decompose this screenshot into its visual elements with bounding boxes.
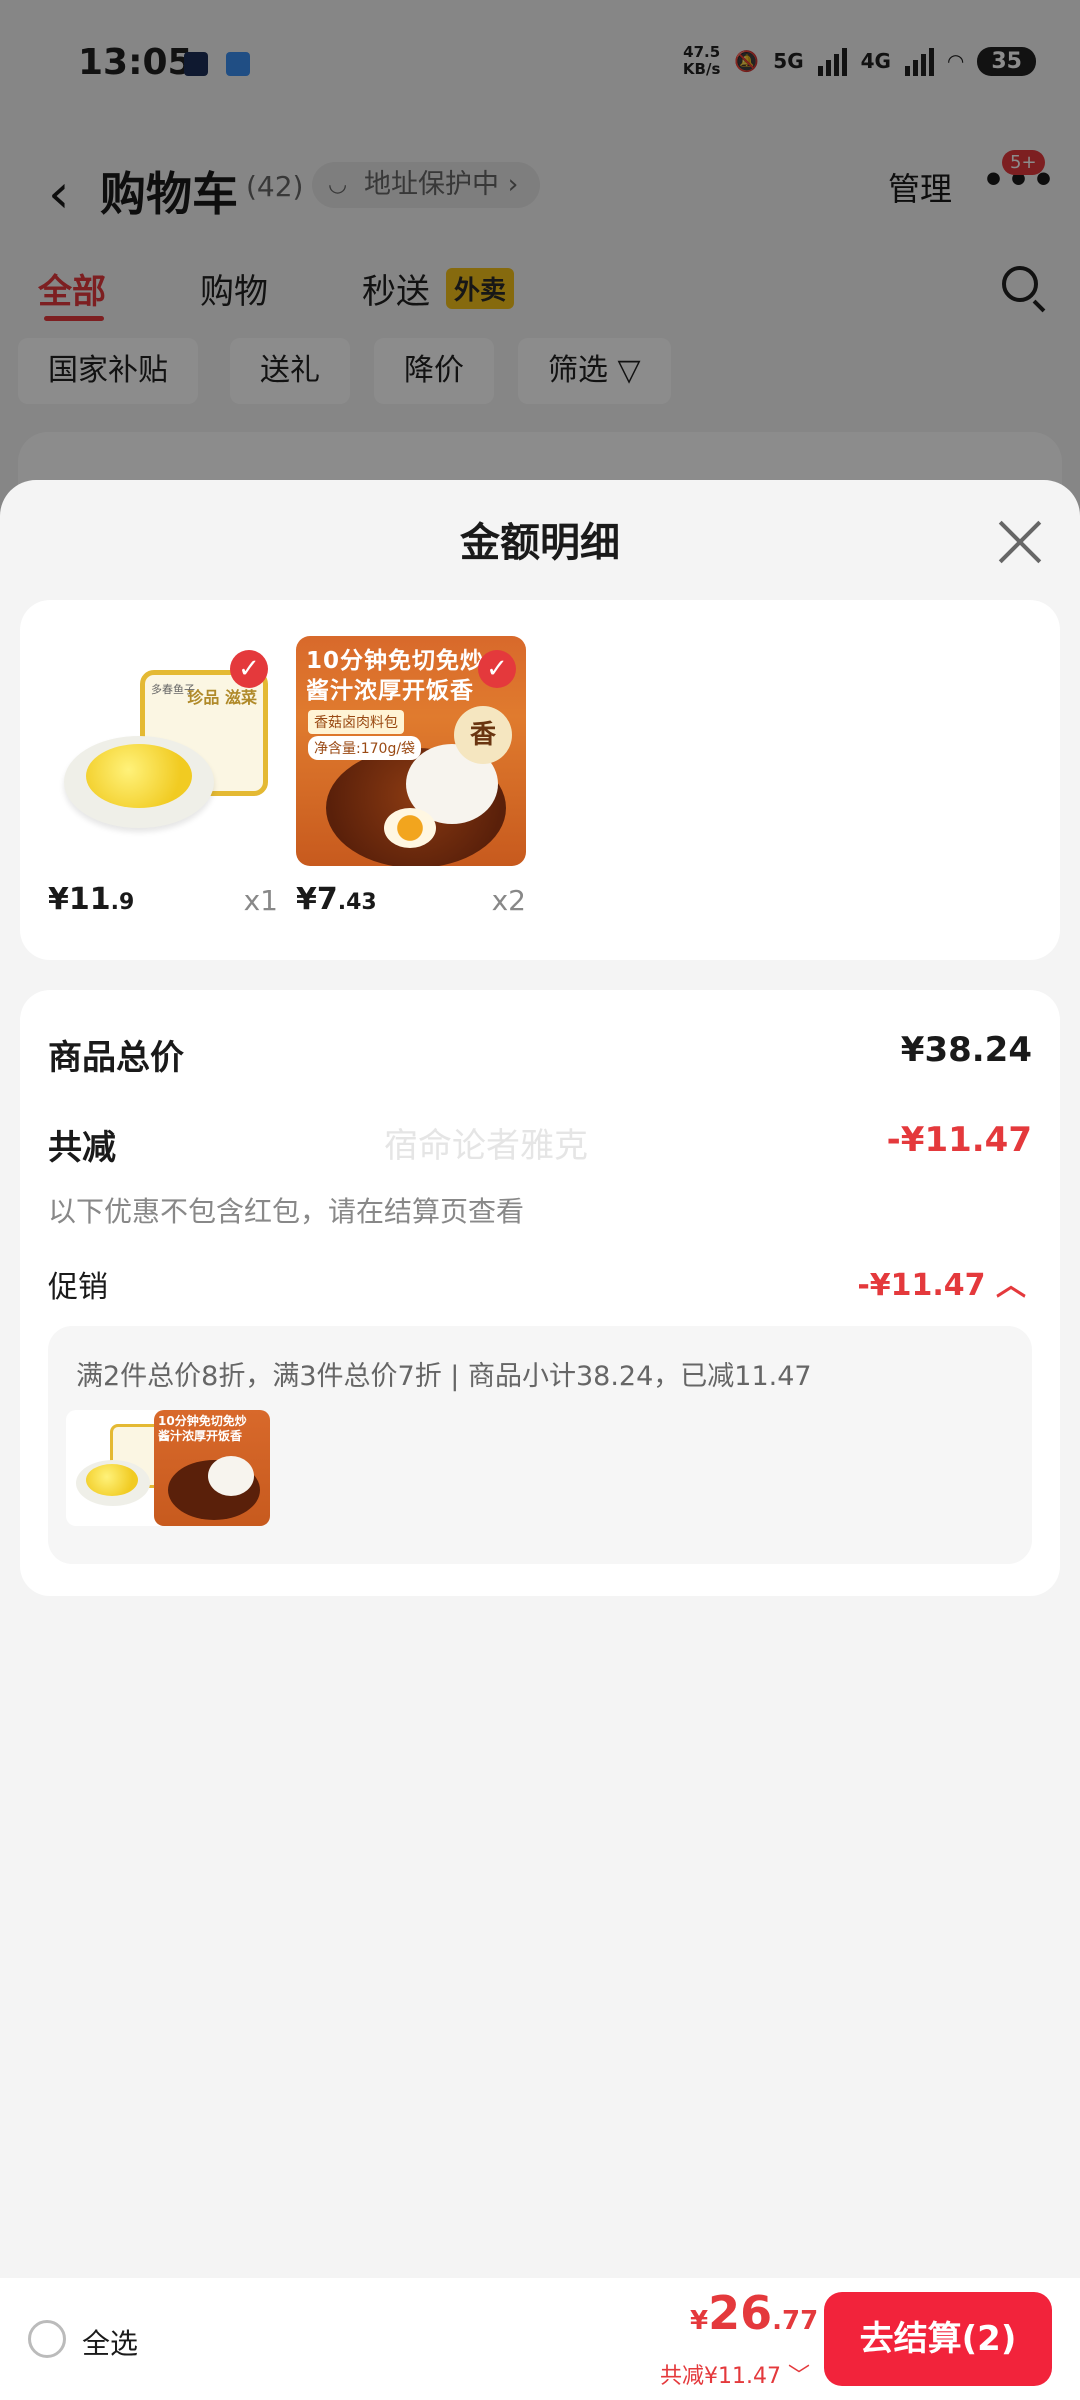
product-price: ¥11.9 [48, 882, 135, 917]
total-amount: ¥26.77 [690, 2286, 819, 2340]
close-icon[interactable] [996, 518, 1044, 566]
promotion-label: 促销 [48, 1270, 108, 1305]
amount-detail-sheet: 金额明细 多春鱼子 珍品 滋菜 ✓ ¥11.9 x1 10分钟免切免炒 酱汁浓厚… [0, 480, 1080, 2400]
product-item[interactable]: 多春鱼子 珍品 滋菜 ✓ ¥11.9 x1 [48, 636, 278, 917]
select-all-label[interactable]: 全选 [82, 2322, 138, 2362]
discount-label: 共减 [48, 1128, 116, 1168]
select-all-radio[interactable] [28, 2320, 66, 2358]
checkmark-icon: ✓ [478, 650, 516, 688]
promo-product-thumbnail: 10分钟免切免炒 酱汁浓厚开饭香 [154, 1410, 270, 1526]
product-price: ¥7.43 [296, 882, 377, 917]
price-breakdown-card: 商品总价 ¥38.24 宿命论者雅克 共减 -¥11.47 以下优惠不包含红包，… [20, 990, 1060, 1596]
product-image: 10分钟免切免炒 酱汁浓厚开饭香 香菇卤肉料包 净含量:170g/袋 香 ✓ [296, 636, 526, 866]
total-saving[interactable]: 共减¥11.47 ﹀ [660, 2358, 810, 2390]
sheet-title: 金额明细 [460, 520, 620, 566]
checkmark-icon: ✓ [230, 650, 268, 688]
roe-graphic [86, 744, 192, 808]
product-quantity: x2 [491, 884, 526, 917]
promotion-detail: 满2件总价8折，满3件总价7折 | 商品小计38.24，已减11.47 10分钟… [48, 1326, 1032, 1564]
checkout-bar: 全选 ¥26.77 共减¥11.47 ﹀ 去结算(2) [0, 2278, 1080, 2400]
total-price-label: 商品总价 [48, 1038, 184, 1078]
checkout-button[interactable]: 去结算(2) [824, 2292, 1052, 2386]
selected-items-card: 多春鱼子 珍品 滋菜 ✓ ¥11.9 x1 10分钟免切免炒 酱汁浓厚开饭香 香… [20, 600, 1060, 960]
total-price-value: ¥38.24 [900, 1030, 1032, 1070]
promotion-text: 满2件总价8折，满3件总价7折 | 商品小计38.24，已减11.47 [76, 1361, 812, 1392]
discount-value: -¥11.47 [886, 1120, 1032, 1160]
brand-seal: 香 [454, 706, 512, 764]
discount-note: 以下优惠不包含红包，请在结算页查看 [48, 1195, 525, 1228]
product-item[interactable]: 10分钟免切免炒 酱汁浓厚开饭香 香菇卤肉料包 净含量:170g/袋 香 ✓ ¥… [296, 636, 526, 917]
product-image: 多春鱼子 珍品 滋菜 ✓ [48, 636, 278, 866]
watermark: 宿命论者雅克 [384, 1126, 588, 1166]
product-quantity: x1 [243, 884, 278, 917]
promotion-toggle[interactable]: -¥11.47 ︿ [857, 1260, 1026, 1304]
egg-graphic [384, 808, 436, 848]
